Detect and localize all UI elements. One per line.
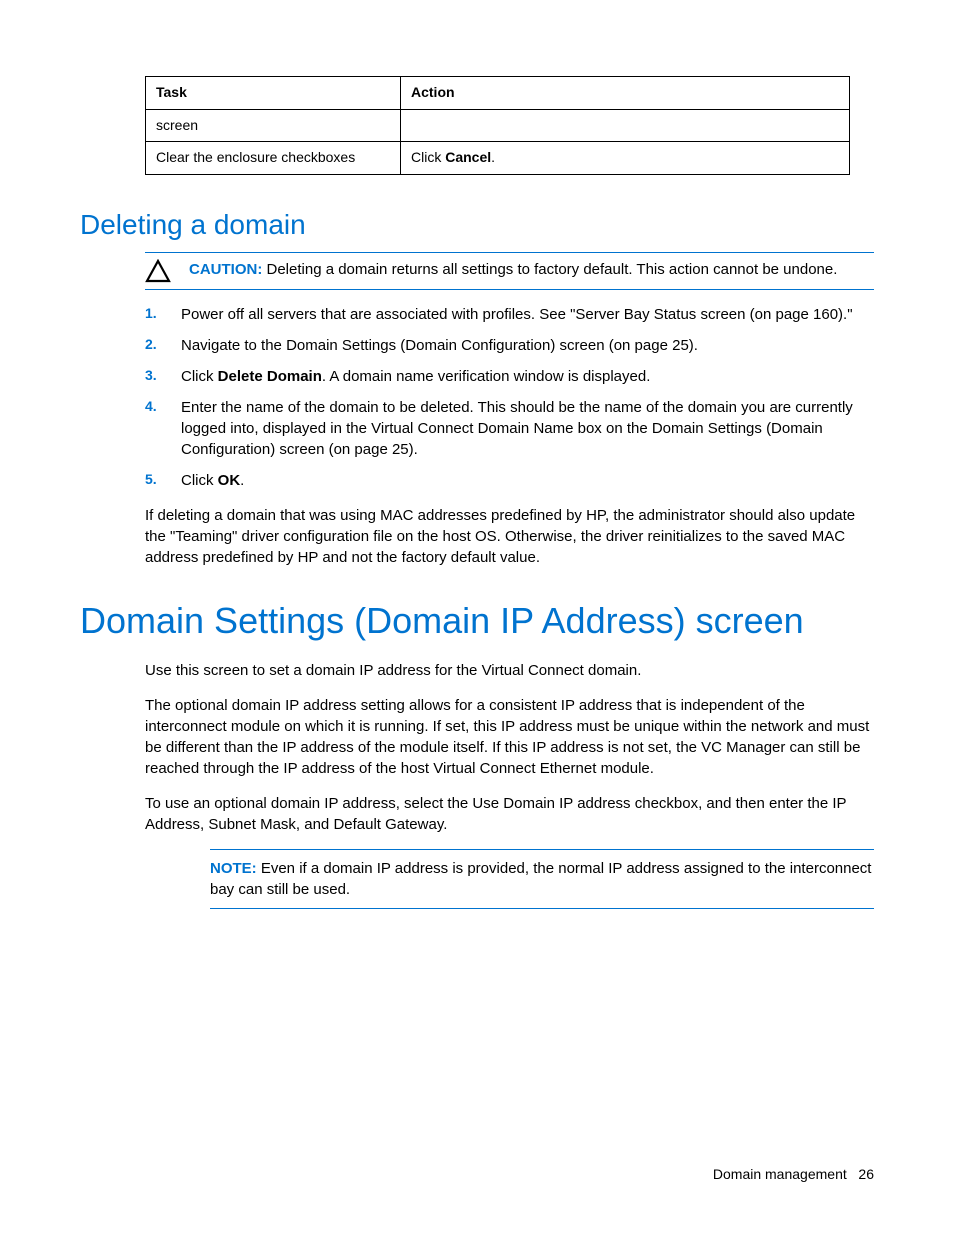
table-row: Clear the enclosure checkboxes Click Can…	[146, 142, 850, 175]
footer-page-number: 26	[858, 1166, 874, 1182]
page-footer: Domain management 26	[713, 1165, 874, 1185]
table-cell: Click Cancel.	[401, 142, 850, 175]
step-text: Click Delete Domain. A domain name verif…	[181, 366, 874, 387]
paragraph: To use an optional domain IP address, se…	[145, 793, 874, 835]
step-item: 5. Click OK.	[145, 470, 874, 491]
step-number: 4.	[145, 397, 161, 417]
caution-label: CAUTION:	[189, 261, 262, 278]
step-number: 3.	[145, 366, 161, 386]
heading-deleting-domain: Deleting a domain	[80, 205, 874, 244]
paragraph: The optional domain IP address setting a…	[145, 695, 874, 779]
caution-callout: CAUTION: Deleting a domain returns all s…	[145, 252, 874, 290]
step-number: 2.	[145, 335, 161, 355]
table-header-task: Task	[146, 77, 401, 110]
heading-domain-settings: Domain Settings (Domain IP Address) scre…	[80, 596, 874, 646]
table-cell: screen	[146, 109, 401, 142]
caution-text: CAUTION: Deleting a domain returns all s…	[189, 259, 874, 280]
step-text: Click OK.	[181, 470, 874, 491]
note-label: NOTE:	[210, 860, 257, 877]
task-action-table: Task Action screen Clear the enclosure c…	[145, 76, 850, 175]
step-text: Enter the name of the domain to be delet…	[181, 397, 874, 460]
step-item: 3. Click Delete Domain. A domain name ve…	[145, 366, 874, 387]
step-text: Power off all servers that are associate…	[181, 304, 874, 325]
step-number: 5.	[145, 470, 161, 490]
steps-list: 1. Power off all servers that are associ…	[145, 304, 874, 491]
note-callout: NOTE: Even if a domain IP address is pro…	[210, 849, 874, 909]
table-header-action: Action	[401, 77, 850, 110]
step-text: Navigate to the Domain Settings (Domain …	[181, 335, 874, 356]
caution-triangle-icon	[145, 259, 171, 283]
table-row: screen	[146, 109, 850, 142]
table-cell	[401, 109, 850, 142]
followup-paragraph: If deleting a domain that was using MAC …	[145, 505, 874, 568]
step-item: 4. Enter the name of the domain to be de…	[145, 397, 874, 460]
step-item: 2. Navigate to the Domain Settings (Doma…	[145, 335, 874, 356]
note-text: Even if a domain IP address is provided,…	[210, 860, 871, 898]
footer-section: Domain management	[713, 1166, 847, 1182]
table-cell: Clear the enclosure checkboxes	[146, 142, 401, 175]
step-item: 1. Power off all servers that are associ…	[145, 304, 874, 325]
step-number: 1.	[145, 304, 161, 324]
paragraph: Use this screen to set a domain IP addre…	[145, 660, 874, 681]
